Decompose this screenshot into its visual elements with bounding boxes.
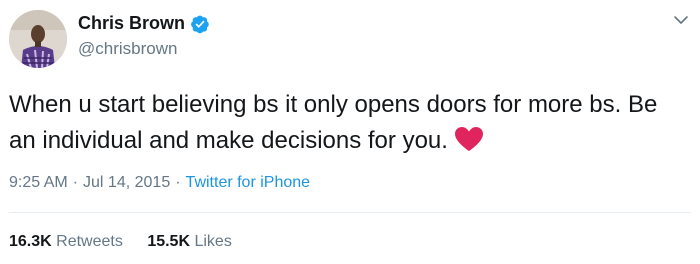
chevron-down-icon[interactable]: [673, 12, 689, 28]
meta-separator: ·: [72, 174, 79, 191]
retweets-label: Retweets: [56, 233, 123, 250]
tweet-date[interactable]: Jul 14, 2015: [83, 174, 170, 191]
verified-badge-icon: [191, 15, 209, 33]
likes-label: Likes: [194, 233, 232, 250]
tweet-source-link[interactable]: Twitter for iPhone: [186, 174, 311, 191]
retweets-stat[interactable]: 16.3K Retweets: [9, 233, 123, 250]
retweets-count: 16.3K: [9, 233, 52, 250]
tweet-text-content: When u start believing bs it only opens …: [9, 91, 658, 154]
likes-count: 15.5K: [147, 233, 191, 250]
tweet-stats: 16.3K Retweets 15.5K Likes: [9, 233, 252, 251]
heart-icon: [454, 127, 483, 151]
tweet-text: When u start believing bs it only opens …: [9, 87, 689, 159]
meta-separator-2: ·: [175, 174, 181, 191]
divider: [9, 212, 691, 213]
avatar[interactable]: [9, 10, 67, 68]
tweet-time[interactable]: 9:25 AM: [9, 174, 68, 191]
tweet-meta: 9:25 AM · Jul 14, 2015 · Twitter for iPhone: [9, 174, 310, 192]
likes-stat[interactable]: 15.5K Likes: [147, 233, 232, 250]
user-name[interactable]: Chris Brown: [78, 13, 185, 34]
avatar-image: [9, 10, 67, 68]
user-handle[interactable]: @chrisbrown: [78, 39, 177, 59]
user-name-row: Chris Brown: [78, 13, 210, 34]
